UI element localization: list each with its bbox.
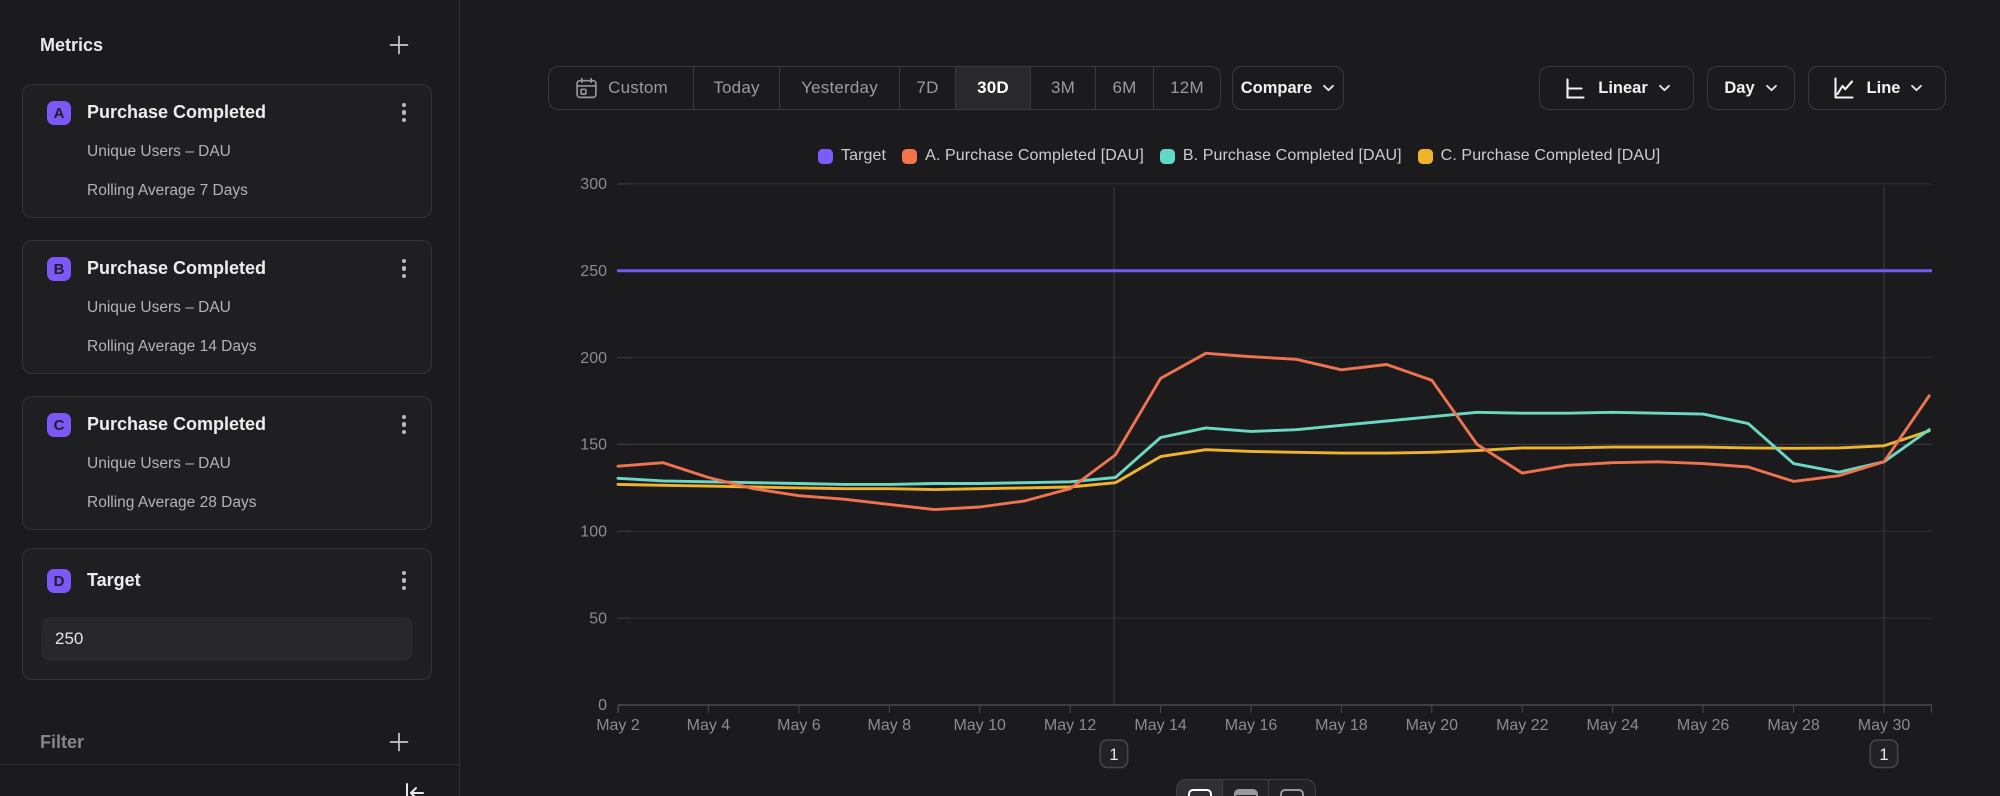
svg-text:May 12: May 12	[1044, 717, 1097, 734]
svg-text:May 30: May 30	[1858, 717, 1911, 734]
svg-text:May 6: May 6	[777, 717, 821, 734]
svg-text:May 2: May 2	[596, 717, 640, 734]
svg-text:200: 200	[580, 350, 607, 367]
svg-text:May 18: May 18	[1315, 717, 1368, 734]
svg-text:0: 0	[598, 697, 607, 714]
svg-text:300: 300	[580, 176, 607, 193]
svg-text:May 28: May 28	[1767, 717, 1820, 734]
svg-text:1: 1	[1109, 746, 1118, 764]
svg-text:100: 100	[580, 524, 607, 541]
svg-text:May 24: May 24	[1586, 717, 1639, 734]
svg-text:150: 150	[580, 437, 607, 454]
svg-text:50: 50	[589, 610, 607, 627]
svg-text:May 26: May 26	[1677, 717, 1730, 734]
svg-text:May 14: May 14	[1134, 717, 1187, 734]
svg-text:May 16: May 16	[1225, 717, 1278, 734]
svg-text:250: 250	[580, 263, 607, 280]
svg-text:May 10: May 10	[953, 717, 1006, 734]
svg-text:May 8: May 8	[868, 717, 912, 734]
svg-text:May 20: May 20	[1406, 717, 1459, 734]
svg-text:1: 1	[1879, 746, 1888, 764]
svg-text:May 22: May 22	[1496, 717, 1549, 734]
svg-text:May 4: May 4	[687, 717, 731, 734]
